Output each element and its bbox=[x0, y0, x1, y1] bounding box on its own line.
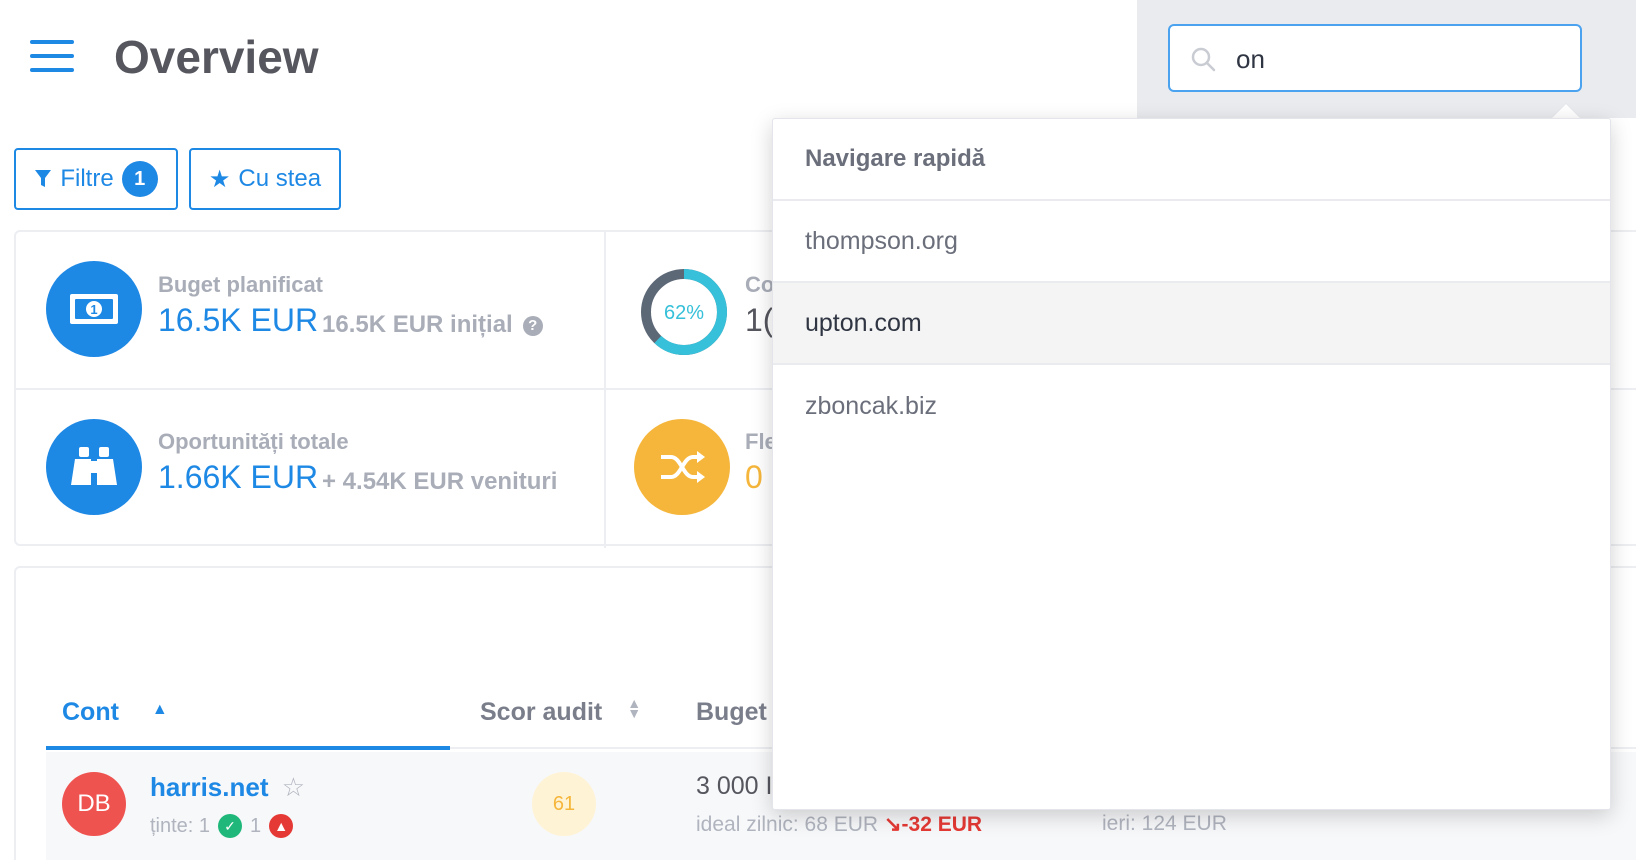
quick-nav-dropdown: Navigare rapidă thompson.org upton.com z… bbox=[772, 118, 1611, 810]
menu-icon[interactable] bbox=[30, 40, 74, 74]
app-page: Overview Filtre 1 ★ Cu stea 1 Buget plan… bbox=[0, 0, 1636, 860]
column-label: Scor audit bbox=[480, 698, 603, 726]
column-header-budget[interactable]: Buget bbox=[696, 698, 767, 727]
stat-value: 16.5K EUR bbox=[158, 302, 319, 338]
shuffle-icon bbox=[634, 419, 730, 515]
filters-count-badge: 1 bbox=[121, 161, 158, 197]
sort-icon[interactable]: ▲ ▼ bbox=[627, 696, 641, 720]
column-header-account[interactable]: Cont ▲ bbox=[62, 698, 168, 727]
funnel-icon bbox=[35, 170, 52, 187]
check-icon: ✓ bbox=[218, 814, 243, 838]
progress-label: 62% bbox=[664, 302, 704, 324]
stat-label: Co bbox=[745, 272, 775, 297]
stat-sub: 16.5K EUR inițial? bbox=[322, 311, 543, 339]
budget-meta: ideal zilnic: 68 EUR ↘-32 EUR bbox=[696, 812, 982, 837]
search-input[interactable] bbox=[1236, 40, 1566, 78]
column-header-audit-score[interactable]: Scor audit ▲ ▼ bbox=[480, 696, 641, 727]
stat-sub: + 4.54K EUR venituri bbox=[322, 468, 558, 495]
column-label: Cont bbox=[62, 698, 119, 726]
search-box[interactable] bbox=[1168, 24, 1582, 92]
ok-count: 1 bbox=[250, 814, 262, 837]
warning-icon: ▲ bbox=[269, 814, 294, 838]
dropdown-arrow bbox=[1552, 104, 1580, 118]
banknote-icon: 1 bbox=[46, 261, 142, 357]
quick-nav-item[interactable]: upton.com bbox=[773, 283, 1610, 365]
quick-nav-item[interactable]: thompson.org bbox=[773, 201, 1610, 283]
quick-nav-item[interactable]: zboncak.biz bbox=[773, 365, 1610, 447]
sort-asc-icon[interactable]: ▲ bbox=[152, 701, 168, 718]
help-icon[interactable]: ? bbox=[522, 315, 543, 336]
svg-text:1: 1 bbox=[90, 302, 97, 317]
search-icon bbox=[1191, 47, 1216, 72]
star-icon: ★ bbox=[208, 165, 231, 193]
stat-sub-text: 16.5K EUR inițial bbox=[322, 311, 513, 338]
binoculars-icon bbox=[46, 419, 142, 515]
filters-button[interactable]: Filtre 1 bbox=[14, 148, 178, 210]
starred-label: Cu stea bbox=[238, 165, 322, 192]
stat-value: 0 bbox=[745, 459, 763, 495]
page-title: Overview bbox=[114, 31, 319, 83]
filters-label: Filtre bbox=[60, 165, 114, 192]
targets-label: ținte: 1 bbox=[150, 814, 211, 837]
account-link[interactable]: harris.net ☆ bbox=[150, 772, 305, 803]
stat-label: Buget planificat bbox=[158, 272, 324, 297]
budget-delta: ↘-32 EUR bbox=[883, 813, 983, 836]
stat-value: 1( bbox=[745, 302, 774, 338]
ideal-daily: ideal zilnic: 68 EUR bbox=[696, 813, 879, 836]
starred-button[interactable]: ★ Cu stea bbox=[189, 148, 341, 210]
stat-label: Oportunități totale bbox=[158, 429, 349, 454]
divider bbox=[604, 232, 606, 548]
yesterday-spend: ieri: 124 EUR bbox=[1102, 812, 1227, 835]
star-outline-icon[interactable]: ☆ bbox=[282, 772, 305, 802]
active-sort-underline bbox=[46, 746, 450, 750]
budget-value: 3 000 I bbox=[696, 772, 773, 800]
progress-donut: 62% bbox=[636, 264, 732, 360]
stat-value: 1.66K EUR bbox=[158, 459, 319, 495]
avatar: DB bbox=[62, 772, 126, 836]
account-name: harris.net bbox=[150, 772, 269, 802]
quick-nav-title: Navigare rapidă bbox=[773, 119, 1610, 201]
targets-meta: ținte: 1 ✓ 1 ▲ bbox=[150, 814, 294, 838]
audit-score-badge: 61 bbox=[532, 772, 596, 836]
